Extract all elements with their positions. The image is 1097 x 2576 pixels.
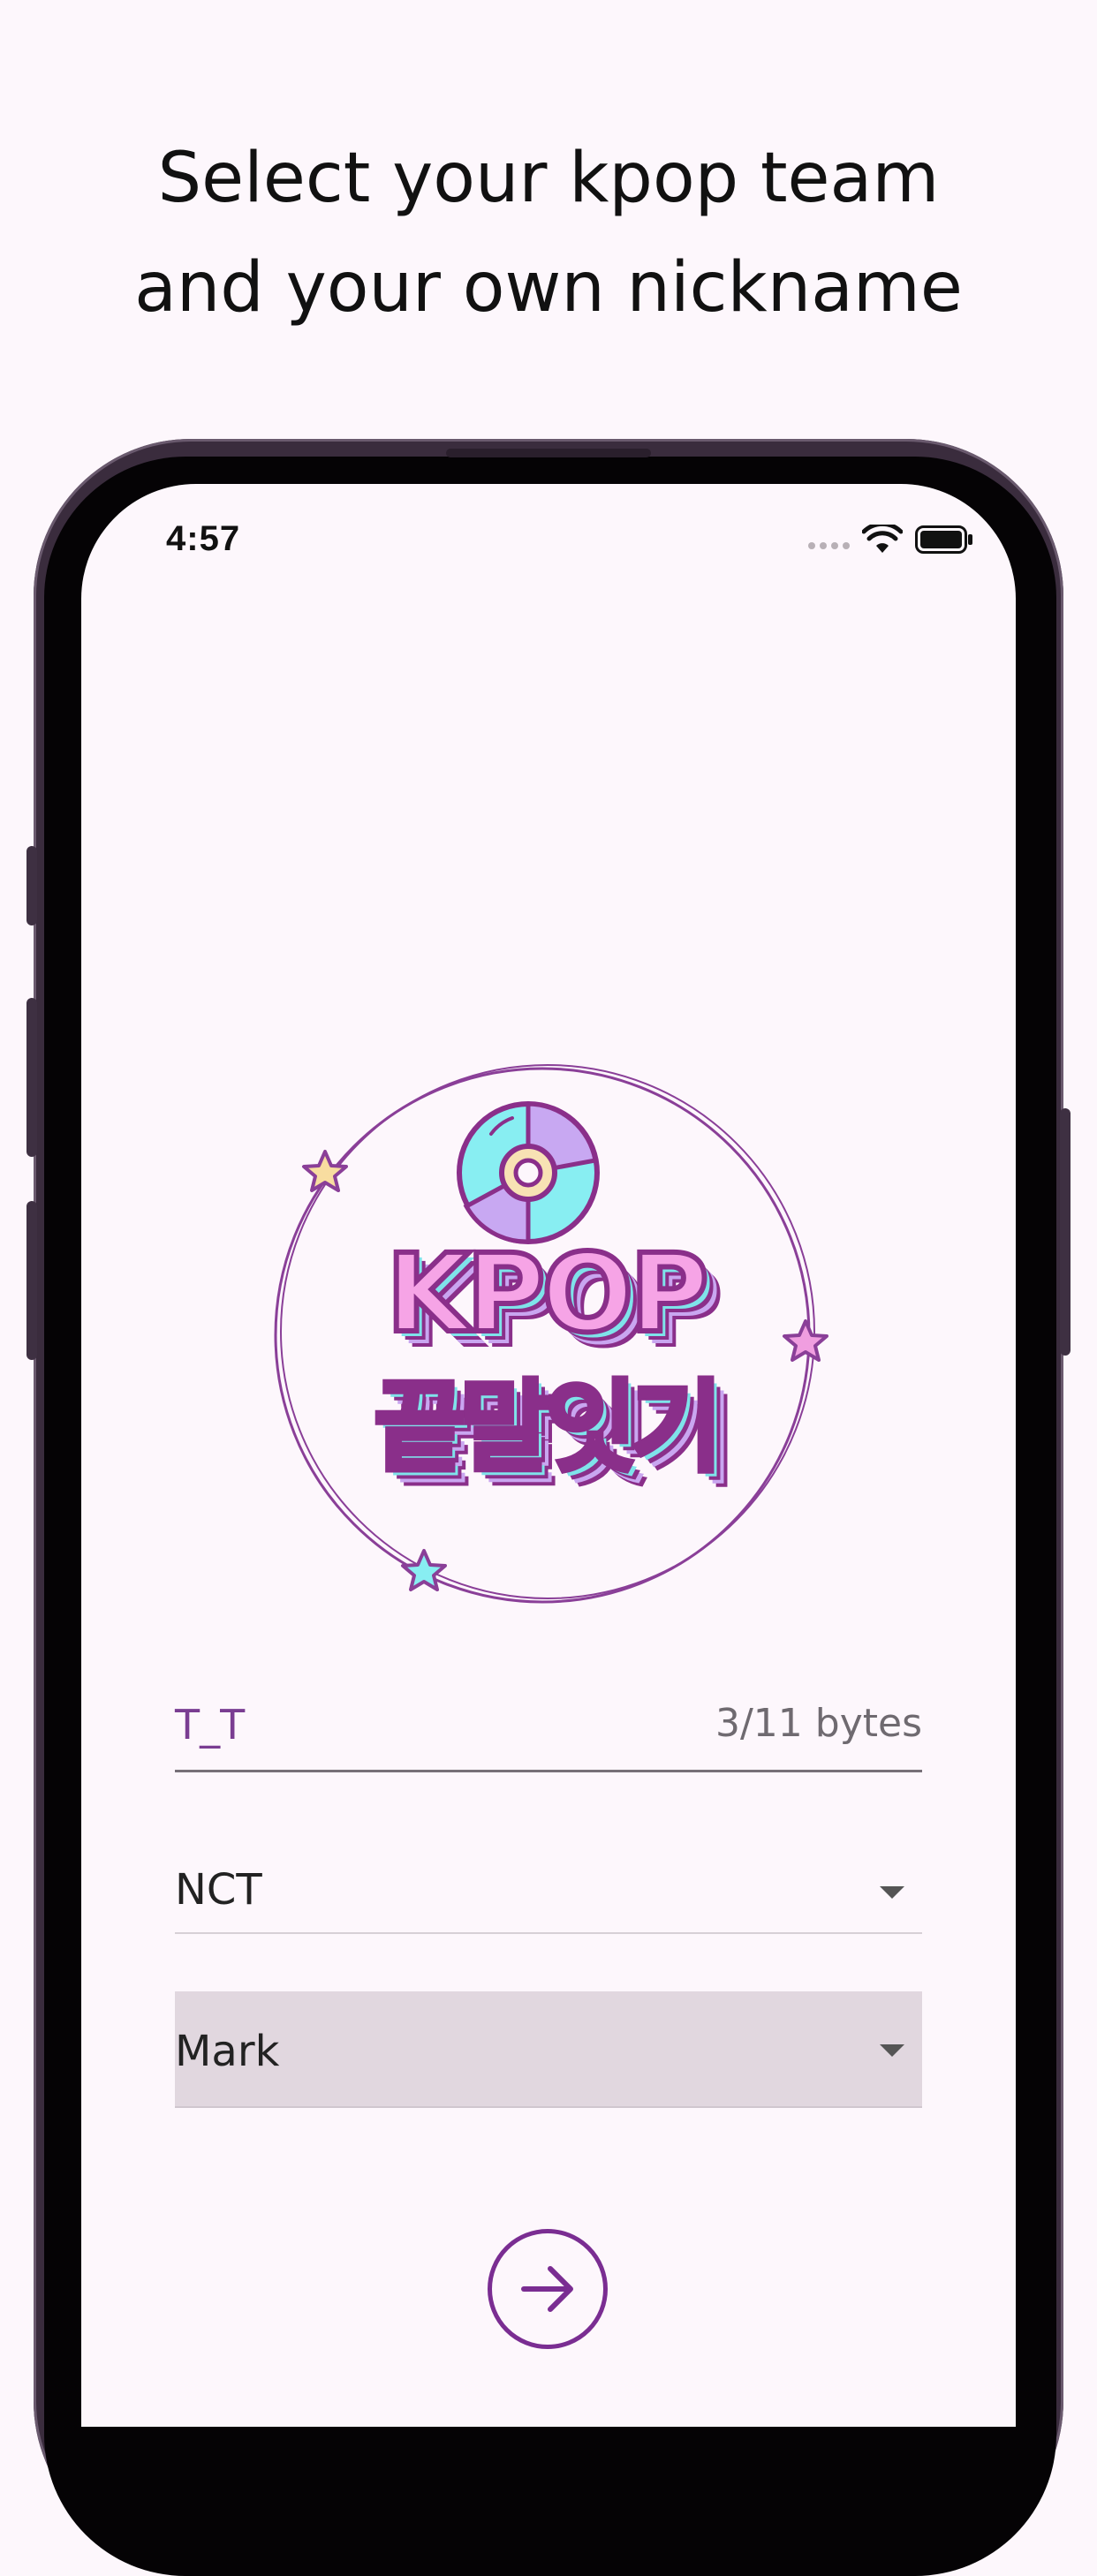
logo-title-korean: 끝말잇기 — [372, 1368, 725, 1488]
team-select[interactable]: NCT — [175, 1842, 922, 1934]
cellular-signal-icon — [808, 542, 850, 549]
nickname-byte-counter: 3/11 bytes — [715, 1701, 922, 1746]
battery-icon — [915, 525, 972, 554]
phone-speaker — [446, 449, 651, 457]
status-time: 4:57 — [166, 519, 241, 558]
headline-line-2: and your own nickname — [134, 248, 963, 328]
member-select-value: Mark — [175, 2027, 280, 2076]
chevron-down-icon — [880, 1886, 904, 1899]
team-select-value: NCT — [175, 1865, 262, 1915]
phone-power-button — [1060, 1108, 1071, 1356]
star-icon — [401, 1549, 447, 1591]
chevron-down-icon — [880, 2044, 904, 2057]
next-button[interactable] — [488, 2229, 608, 2349]
phone-volume-up-button — [26, 998, 37, 1157]
app-logo: KPOP 끝말잇기 — [263, 1056, 828, 1621]
app-screen: 4:57 KPOP 끝말잇기 T_T 3/11 bytes NCT Mark — [81, 484, 1016, 2427]
status-icons — [808, 525, 973, 555]
wifi-icon — [862, 525, 903, 553]
nickname-input-value[interactable]: T_T — [175, 1701, 245, 1749]
phone-volume-down-button — [26, 1201, 37, 1360]
member-select[interactable]: Mark — [175, 1991, 922, 2108]
phone-action-button — [26, 846, 37, 925]
headline-line-1: Select your kpop team — [157, 139, 940, 218]
nickname-field[interactable]: T_T 3/11 bytes — [175, 1685, 922, 1772]
promo-headline: Select your kpop team and your own nickn… — [0, 124, 1097, 343]
arrow-right-icon — [521, 2266, 573, 2312]
logo-title-kpop: KPOP — [383, 1228, 711, 1359]
